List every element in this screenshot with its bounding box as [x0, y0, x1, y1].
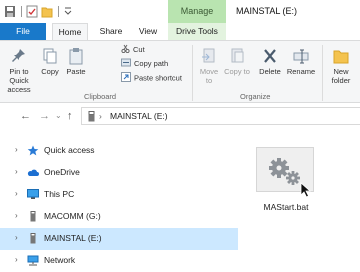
breadcrumb-location[interactable]: MAINSTAL (E:) [110, 108, 168, 124]
rename-icon [293, 49, 309, 64]
tab-view[interactable]: View [132, 23, 164, 40]
copy-button[interactable]: Copy [38, 47, 62, 76]
expand-chevron-icon[interactable]: › [15, 189, 18, 198]
move-to-button[interactable]: Move to [196, 47, 222, 85]
delete-x-icon [264, 49, 276, 63]
paste-shortcut-icon [121, 72, 131, 85]
paste-label: Paste [66, 67, 86, 76]
organize-group-label: Organize [240, 92, 271, 101]
pin-to-quick-access-button[interactable]: Pin to Quick access [2, 47, 36, 94]
expand-chevron-icon[interactable]: › [15, 211, 18, 220]
tab-home[interactable]: Home [52, 23, 88, 40]
ribbon: Pin to Quick access Copy Paste Cut Copy … [0, 40, 360, 103]
paste-button[interactable]: Paste [64, 47, 88, 76]
nav-item-onedrive[interactable]: › OneDrive [0, 162, 238, 184]
file-item[interactable]: MAStart.bat [250, 144, 328, 218]
nav-item-label: MACOMM (G:) [44, 211, 101, 221]
title-bar: Manage MAINSTAL (E:) [0, 0, 360, 23]
ribbon-tabs: File Home Share View Drive Tools [0, 23, 360, 40]
properties-icon[interactable] [26, 5, 38, 18]
navigation-pane: › Quick access › OneDrive › This PC › MA… [0, 136, 240, 272]
tab-file[interactable]: File [0, 23, 46, 40]
scissors-icon [121, 44, 130, 56]
rename-label: Rename [286, 67, 316, 76]
nav-item-mainstal-drive[interactable]: › MAINSTAL (E:) [0, 228, 238, 250]
nav-item-label: MAINSTAL (E:) [44, 233, 102, 243]
file-name: MAStart.bat [263, 202, 309, 212]
address-box[interactable]: › MAINSTAL (E:) [81, 107, 360, 125]
new-folder-label: New folder [331, 67, 351, 85]
cut-label: Cut [133, 45, 145, 54]
customize-toolbar-icon[interactable] [63, 5, 73, 18]
up-arrow-icon[interactable]: ↑ [67, 109, 73, 123]
folder-icon [333, 50, 349, 64]
copy-label: Copy [41, 67, 59, 76]
delete-label: Delete [259, 67, 281, 76]
copy-icon [43, 48, 57, 64]
move-to-label: Move to [199, 67, 219, 85]
group-divider [322, 45, 323, 101]
back-arrow-icon[interactable]: ← [20, 109, 31, 123]
mouse-pointer-icon [300, 182, 312, 198]
pin-icon [12, 49, 25, 62]
copy-path-button[interactable]: Copy path [121, 58, 168, 70]
copy-to-label: Copy to [224, 67, 250, 76]
tab-drive-tools[interactable]: Drive Tools [168, 23, 226, 40]
clipboard-group-label: Clipboard [84, 92, 117, 101]
delete-button[interactable]: Delete [256, 47, 284, 76]
pin-label: Pin to Quick access [7, 67, 31, 94]
nav-item-macomm-drive[interactable]: › MACOMM (G:) [0, 206, 238, 228]
nav-item-quick-access[interactable]: › Quick access [0, 140, 238, 162]
usb-drive-icon [88, 111, 95, 122]
star-icon [27, 145, 39, 156]
usb-drive-icon [30, 211, 36, 222]
rename-button[interactable]: Rename [286, 47, 316, 76]
tab-manage[interactable]: Manage [168, 0, 226, 23]
monitor-icon [27, 189, 39, 199]
copy-to-icon [231, 48, 244, 63]
forward-arrow-icon[interactable]: → [39, 109, 50, 123]
expand-chevron-icon[interactable]: › [15, 167, 18, 176]
move-to-icon [202, 48, 215, 63]
breadcrumb-separator-icon[interactable]: › [99, 108, 102, 124]
window-title: MAINSTAL (E:) [236, 6, 298, 16]
paste-shortcut-button[interactable]: Paste shortcut [121, 72, 182, 85]
paste-icon [69, 48, 83, 65]
expand-chevron-icon[interactable]: › [15, 255, 18, 264]
new-folder-button[interactable]: New folder [326, 47, 356, 85]
recent-locations-chevron-icon[interactable]: ⌄ [55, 109, 62, 123]
copy-path-icon [121, 58, 131, 70]
tab-share[interactable]: Share [94, 23, 128, 40]
nav-item-label: OneDrive [44, 167, 80, 177]
copy-to-button[interactable]: Copy to [224, 47, 250, 76]
network-icon [27, 255, 39, 266]
cut-button[interactable]: Cut [121, 44, 145, 56]
new-folder-icon[interactable] [41, 5, 53, 18]
group-divider [192, 45, 193, 101]
cloud-icon [27, 169, 39, 176]
paste-shortcut-label: Paste shortcut [134, 73, 182, 83]
nav-item-network[interactable]: › Network [0, 250, 238, 272]
nav-item-label: Quick access [44, 145, 95, 155]
nav-item-this-pc[interactable]: › This PC [0, 184, 238, 206]
address-bar: ← → ⌄ ↑ › MAINSTAL (E:) [0, 104, 360, 128]
nav-item-label: This PC [44, 189, 75, 199]
usb-drive-icon [30, 233, 36, 244]
expand-chevron-icon[interactable]: › [15, 233, 18, 242]
expand-chevron-icon[interactable]: › [15, 145, 18, 154]
copy-path-label: Copy path [134, 59, 169, 68]
nav-item-label: Network [44, 255, 76, 265]
save-icon[interactable] [4, 5, 16, 18]
